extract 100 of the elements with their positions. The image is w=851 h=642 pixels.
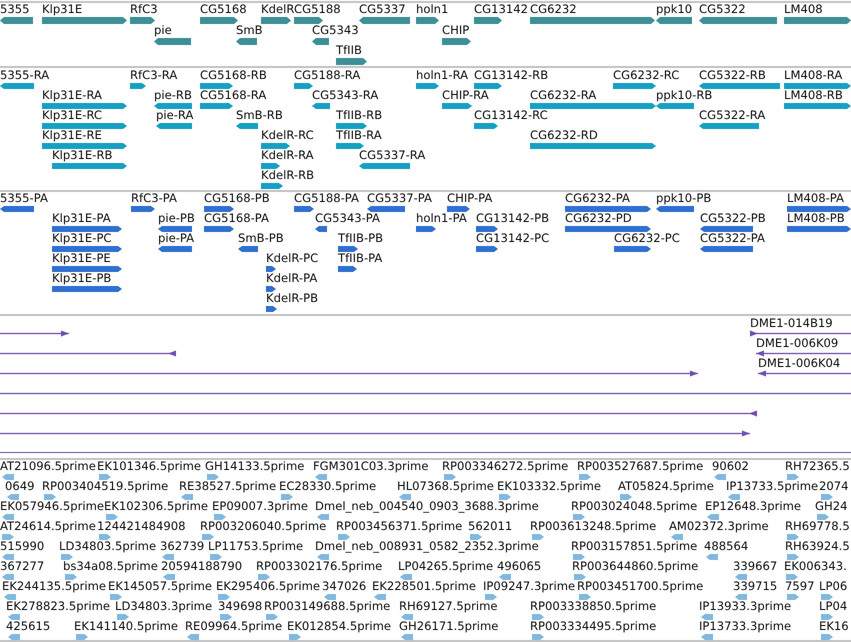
protein-label: KdelR-PC — [266, 252, 318, 265]
est-label: AM02372.3prime — [669, 520, 769, 533]
est-label: RH63924.5 — [785, 540, 850, 553]
est-label: RH69127.5prime — [399, 600, 498, 613]
transcript-label: CG5168-RA — [200, 89, 266, 102]
gene-label: KdelR — [261, 3, 294, 16]
est-label: 124421484908 — [97, 520, 186, 533]
protein-label: KdelR-PA — [266, 272, 318, 285]
est-label: RP003338850.5prime — [530, 600, 656, 613]
est-label: AT05824.5prime — [618, 480, 714, 493]
est-label: EK16 — [819, 620, 849, 633]
est-label: IP13733.5prime — [726, 480, 818, 493]
est-label: EK012854.5prime — [287, 620, 392, 633]
est-label: 90602 — [712, 460, 749, 473]
transcript-label: ppk10-RB — [656, 89, 712, 102]
gene-label: TfIIB — [336, 44, 362, 57]
est-label: GH26171.5prime — [399, 620, 498, 633]
est-label: RP003346272.5prime — [442, 460, 568, 473]
protein-label: pie-PB — [158, 212, 195, 225]
transcript-label: Klp31E-RA — [42, 89, 102, 102]
est-label: 0649 — [5, 480, 35, 493]
protein-label: CG6232-PD — [565, 212, 632, 225]
est-label: 362739 — [160, 540, 204, 553]
est-label: 339715 — [733, 580, 778, 593]
transcript-label: CG5337-RA — [359, 149, 426, 162]
transcript-label: KdelR-RA — [261, 149, 314, 162]
est-label: EK101346.5prime — [97, 460, 202, 473]
est-label: 347026 — [322, 580, 366, 593]
protein-label: KdelR-PB — [266, 292, 318, 305]
gene-label: CG5322 — [699, 3, 746, 16]
protein-label: 5355-PA — [0, 192, 48, 205]
gene-label: CG5168 — [200, 3, 247, 16]
est-label: bs34a08.5prime — [63, 560, 158, 573]
est-label: EK006343. — [784, 560, 847, 573]
transcript-label: TfIIB-RA — [336, 129, 382, 142]
est-label: Dmel_neb_004540_0903_3688.3prime — [315, 500, 539, 513]
est-label: AT21096.5prime — [0, 460, 96, 473]
protein-label: CG13142-PC — [476, 232, 550, 245]
est-label: IP13933.3prime — [699, 600, 792, 613]
est-label: 349698 — [218, 600, 262, 613]
est-label: EK295406.5prime — [216, 580, 320, 593]
transcript-label: CG6232-RD — [530, 129, 598, 142]
est-label: RP003527687.5prime — [577, 460, 704, 473]
transcript-label: KdelR-RB — [261, 169, 314, 182]
protein-label: CHIP-PA — [447, 192, 492, 205]
protein-label: ppk10-PB — [656, 192, 712, 205]
est-label: 515990 — [0, 540, 44, 553]
gene-label: CG13142 — [474, 3, 528, 16]
protein-label: CG5322-PA — [700, 232, 765, 245]
gene-label: RfC3 — [130, 3, 158, 16]
est-label: LP04 — [819, 600, 848, 613]
transcript-label: 5355-RA — [0, 69, 50, 82]
transcript-label: SmB-RB — [236, 109, 283, 122]
transcript-label: LM408-RA — [784, 69, 842, 82]
transcript-label: CHIP-RA — [442, 89, 489, 102]
est-label: LP04265.5prime — [398, 560, 494, 573]
gene-label: 5355 — [0, 3, 30, 16]
transcript-label: Klp31E-RE — [42, 129, 102, 142]
est-label: RP003404519.5prime — [42, 480, 168, 493]
transcript-label: CG6232-RC — [613, 69, 680, 82]
est-label: EP09007.3prime — [212, 500, 308, 513]
est-label: RP003024048.5prime — [571, 500, 698, 513]
est-label: RP003451700.5prime — [577, 580, 704, 593]
est-label: EK145057.5prime — [108, 580, 212, 593]
transcript-label: CG13142-RB — [474, 69, 548, 82]
est-label: RP003157851.5prime — [571, 540, 698, 553]
est-label: RP003206040.5prime — [200, 520, 326, 533]
est-label: EK278823.5prime — [6, 600, 110, 613]
transcript-label: CG13142-RC — [474, 109, 548, 122]
est-label: GH14133.5prime — [205, 460, 304, 473]
transcript-label: CG5188-RA — [294, 69, 360, 82]
est-label: 496065 — [497, 560, 542, 573]
protein-label: Klp31E-PA — [52, 212, 111, 225]
est-label: EK103332.5prime — [497, 480, 602, 493]
est-label: RH69778.5 — [785, 520, 850, 533]
est-label: RP003644860.5prime — [572, 560, 698, 573]
gene-label: CHIP — [442, 24, 470, 36]
protein-label: holn1-PA — [416, 212, 467, 225]
est-label: IP09247.3prime — [483, 580, 576, 593]
protein-label: CG5188-PA — [294, 192, 359, 205]
est-label: RP003149688.5prime — [264, 600, 390, 613]
est-label: 339667 — [733, 560, 778, 573]
transcript-label: LM408-RB — [784, 89, 843, 102]
protein-label: CG13142-PB — [476, 212, 550, 225]
protein-label: TfIIB-PB — [338, 232, 384, 245]
est-label: EK244135.5prime — [2, 580, 106, 593]
transcript-label: Klp31E-RC — [42, 109, 102, 122]
est-label: LD34803.3prime — [115, 600, 212, 613]
est-label: RH72365.5 — [785, 460, 850, 473]
est-label: 20594188790 — [161, 560, 242, 573]
protein-label: SmB-PB — [238, 232, 284, 245]
est-label: AT24614.5prime — [0, 520, 96, 533]
est-label: RP003302176.5prime — [256, 560, 382, 573]
clone-label: DME1-006K09 — [756, 337, 838, 350]
protein-label: CG5337-PA — [367, 192, 432, 205]
est-label: EK141140.5prime — [74, 620, 178, 633]
est-label: EK228501.5prime — [372, 580, 476, 593]
gene-label: pie — [154, 24, 172, 36]
est-label: EK057946.5prime — [0, 500, 104, 513]
protein-label: RfC3-PA — [131, 192, 177, 205]
